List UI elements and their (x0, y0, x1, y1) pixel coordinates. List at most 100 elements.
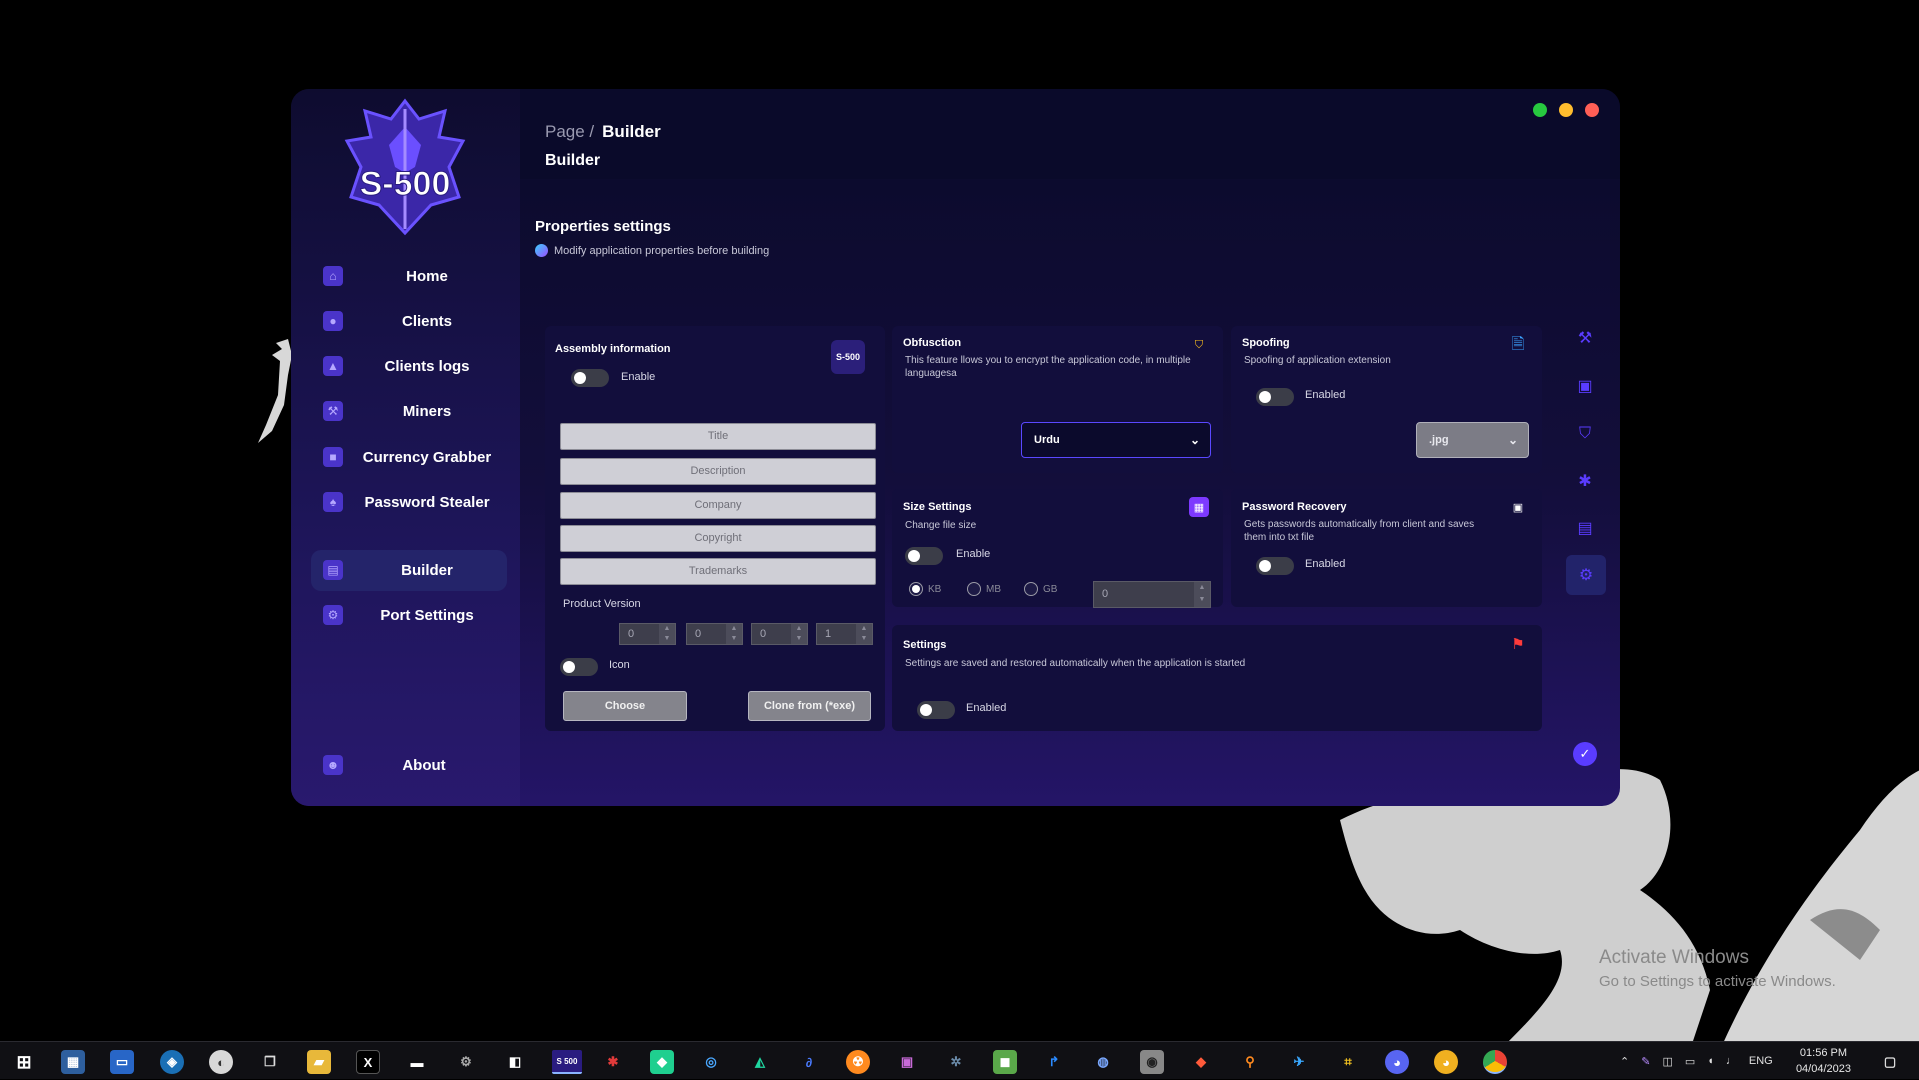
description-field[interactable]: Description (560, 458, 876, 485)
hammer-icon[interactable]: ⚒ (1571, 324, 1599, 352)
title-field[interactable]: Title (560, 423, 876, 450)
app-icon-10[interactable]: ◭ (748, 1050, 772, 1074)
settings-toggle[interactable] (917, 701, 955, 719)
assembly-enable-toggle[interactable] (571, 369, 609, 387)
size-enable-toggle[interactable] (905, 547, 943, 565)
network-icon[interactable]: ▭ (1685, 1055, 1695, 1068)
sidebar-item-label: Clients (401, 312, 452, 330)
stepper-arrows-icon[interactable]: ▲ ▼ (1194, 582, 1210, 607)
size-enable-label: Enable (956, 548, 991, 560)
unit-kb-radio[interactable]: KB (909, 582, 941, 596)
version-major-stepper[interactable]: 0 ▲ ▼ (619, 623, 676, 645)
copyright-field[interactable]: Copyright (560, 525, 876, 552)
watermark-subtitle: Go to Settings to activate Windows. (1599, 973, 1836, 990)
stepper-arrows-icon[interactable]: ▲ ▼ (726, 624, 742, 644)
sidebar-item-clients-logs[interactable]: ▲ Clients logs (311, 346, 507, 386)
language-select-value: Urdu (1034, 434, 1060, 446)
breadcrumb-root[interactable]: Page / (545, 122, 594, 141)
clone-button[interactable]: Clone from (*exe) (748, 691, 871, 721)
close-button[interactable] (1585, 103, 1599, 117)
radio-icon (967, 582, 981, 596)
check-circle-icon[interactable]: ✓ (1573, 742, 1597, 766)
app-icon-20[interactable]: ✈ (1287, 1050, 1311, 1074)
app-icon-4[interactable]: ◐ (209, 1050, 233, 1074)
windows-start-icon[interactable]: ⊞ (12, 1050, 36, 1074)
icon-toggle[interactable] (560, 658, 598, 676)
pen-icon[interactable]: ✎ (1641, 1055, 1650, 1068)
version-build-stepper[interactable]: 0 ▲ ▼ (751, 623, 808, 645)
chevron-up-icon[interactable]: ⌃ (1620, 1055, 1629, 1068)
stepper-arrows-icon[interactable]: ▲ ▼ (791, 624, 807, 644)
language-indicator[interactable]: ENG (1749, 1055, 1773, 1067)
user-log-icon: ▲ (323, 356, 343, 376)
app-icon-15[interactable]: ◼ (993, 1050, 1017, 1074)
app-icon-16[interactable]: ↱ (1042, 1050, 1066, 1074)
password-recovery-toggle[interactable] (1256, 557, 1294, 575)
app-icon-9[interactable]: ◎ (699, 1050, 723, 1074)
app-icon-13[interactable]: ▣ (895, 1050, 919, 1074)
file-explorer-icon[interactable]: ▰ (307, 1050, 331, 1074)
discord-icon[interactable]: ◕ (1385, 1050, 1409, 1074)
app-icon-19[interactable]: ◆ (1189, 1050, 1213, 1074)
sidebar-item-home[interactable]: ⌂ Home (311, 256, 507, 296)
sidebar-item-about[interactable]: ☻ About (311, 745, 507, 785)
trademarks-field[interactable]: Trademarks (560, 558, 876, 585)
stepper-arrows-icon[interactable]: ▲ ▼ (659, 624, 675, 644)
key-icon: ♠ (323, 492, 343, 512)
gear-icon[interactable]: ⚙ (1566, 555, 1606, 595)
toolbox-icon[interactable]: ▤ (1571, 514, 1599, 542)
company-field[interactable]: Company (560, 492, 876, 519)
spoofing-toggle[interactable] (1256, 388, 1294, 406)
version-build-value: 0 (760, 628, 767, 640)
search-app-icon[interactable]: ⚲ (1238, 1050, 1262, 1074)
extension-select[interactable]: .jpg ⌄ (1416, 422, 1529, 458)
unit-gb-radio[interactable]: GB (1024, 582, 1057, 596)
stepper-arrows-icon[interactable]: ▲ ▼ (856, 624, 872, 644)
app-icon-5[interactable]: ❐ (258, 1050, 282, 1074)
size-value-stepper[interactable]: 0 ▲ ▼ (1093, 581, 1211, 608)
clock[interactable]: 01:56 PM 04/04/2023 (1796, 1045, 1851, 1077)
maximize-button[interactable] (1559, 103, 1573, 117)
bug-icon[interactable]: ✱ (1571, 467, 1599, 495)
app-icon-12[interactable]: ☢ (846, 1050, 870, 1074)
version-revision-stepper[interactable]: 1 ▲ ▼ (816, 623, 873, 645)
sidebar-item-miners[interactable]: ⚒ Miners (311, 391, 507, 431)
camera-icon[interactable]: ◫ (1662, 1055, 1672, 1068)
chrome-icon[interactable] (1483, 1050, 1507, 1074)
choose-button[interactable]: Choose (563, 691, 687, 721)
settings-app-icon[interactable]: ⚙ (454, 1050, 478, 1074)
shield-icon[interactable]: ⛉ (1571, 420, 1599, 448)
discord-canary-icon[interactable]: ◕ (1434, 1050, 1458, 1074)
home-icon: ⌂ (323, 266, 343, 286)
microphone-icon[interactable]: ♩ (1726, 1055, 1737, 1067)
s500-taskbar-icon[interactable]: S 500 (552, 1050, 582, 1074)
app-icon-17[interactable]: ◍ (1091, 1050, 1115, 1074)
language-select[interactable]: Urdu ⌄ (1021, 422, 1211, 458)
app-icon-1[interactable]: ▦ (61, 1050, 85, 1074)
spoofing-description: Spoofing of application extension (1244, 355, 1391, 366)
sidebar-item-builder[interactable]: ▤ Builder (311, 550, 507, 591)
minimize-button[interactable] (1533, 103, 1547, 117)
sidebar-item-port-settings[interactable]: ⚙ Port Settings (311, 595, 507, 635)
notification-icon[interactable]: ▢ (1878, 1050, 1902, 1074)
app-icon-6[interactable]: ◧ (503, 1050, 527, 1074)
volume-icon[interactable]: ◖ (1707, 1055, 1714, 1067)
unit-mb-radio[interactable]: MB (967, 582, 1001, 596)
archive-icon[interactable]: ▣ (1571, 372, 1599, 400)
sidebar-item-label: Clients logs (384, 357, 470, 375)
app-icon-21[interactable]: ⌗ (1336, 1050, 1360, 1074)
app-icon-3[interactable]: ◈ (160, 1050, 184, 1074)
app-icon-7[interactable]: ✱ (601, 1050, 625, 1074)
x-app-icon[interactable]: X (356, 1050, 380, 1074)
app-icon-14[interactable]: ✲ (944, 1050, 968, 1074)
folder-icon[interactable]: ▬ (405, 1050, 429, 1074)
app-icon-11[interactable]: ∂ (797, 1050, 821, 1074)
app-icon-2[interactable]: ▭ (110, 1050, 134, 1074)
sidebar-item-password-stealer[interactable]: ♠ Password Stealer (311, 482, 507, 522)
app-icon-8[interactable]: ◆ (650, 1050, 674, 1074)
sidebar-item-clients[interactable]: ● Clients (311, 301, 507, 341)
sidebar-item-currency-grabber[interactable]: ■ Currency Grabber (311, 437, 507, 477)
app-icon-18[interactable]: ◉ (1140, 1050, 1164, 1074)
version-minor-stepper[interactable]: 0 ▲ ▼ (686, 623, 743, 645)
password-recovery-title: Password Recovery (1242, 501, 1347, 513)
